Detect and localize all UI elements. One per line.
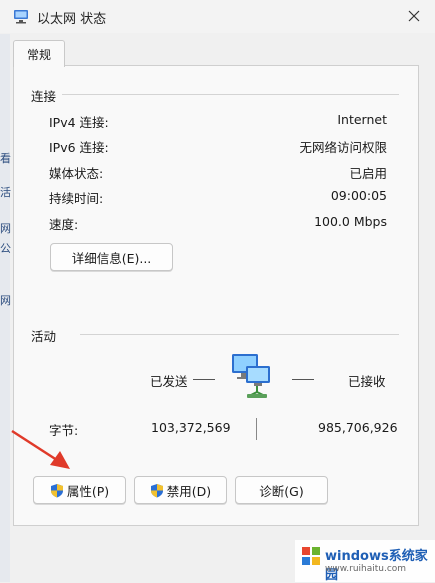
bg-char: 网 — [0, 294, 11, 307]
received-label: 已接收 — [348, 374, 386, 389]
network-adapter-icon — [14, 10, 28, 24]
bytes-sent-value: 103,372,569 — [151, 420, 231, 435]
duration-label: 持续时间: — [49, 191, 104, 206]
close-button[interactable] — [399, 3, 429, 29]
bg-char: 活 — [0, 186, 11, 199]
sent-label: 已发送 — [150, 374, 188, 389]
title-bar: 以太网 状态 — [0, 0, 435, 33]
activity-section-title: 活动 — [31, 329, 57, 344]
network-computers-icon — [232, 354, 270, 398]
bg-char: 公 — [0, 242, 11, 255]
connection-divider — [62, 94, 399, 95]
duration-value: 09:00:05 — [330, 188, 387, 203]
bg-char: 看 — [0, 152, 11, 165]
properties-button[interactable]: 属性(P) — [33, 476, 126, 504]
speed-label: 速度: — [49, 217, 79, 232]
close-icon — [408, 10, 420, 22]
background-window-strip: 看 活 网 公 网 — [0, 34, 11, 582]
window-title: 以太网 状态 — [37, 12, 107, 27]
diagnose-button[interactable]: 诊断(G) — [235, 476, 328, 504]
general-panel — [13, 65, 419, 526]
ipv4-value: Internet — [337, 112, 387, 127]
disable-button[interactable]: 禁用(D) — [134, 476, 227, 504]
shield-icon — [50, 483, 63, 497]
bytes-separator — [256, 418, 257, 440]
media-state-label: 媒体状态: — [49, 166, 104, 181]
ipv6-label: IPv6 连接: — [49, 140, 109, 155]
shield-icon — [150, 483, 163, 497]
bg-char: 网 — [0, 222, 11, 235]
details-button[interactable]: 详细信息(E)... — [50, 243, 173, 271]
tab-general[interactable]: 常规 — [13, 40, 65, 67]
connection-section-title: 连接 — [31, 89, 57, 104]
windows-logo-icon — [302, 547, 320, 565]
sent-line — [193, 379, 215, 380]
bytes-received-value: 985,706,926 — [318, 420, 398, 435]
disable-label: 禁用(D) — [166, 483, 212, 499]
received-line — [292, 379, 314, 380]
properties-label: 属性(P) — [66, 483, 110, 499]
media-state-value: 已启用 — [349, 166, 387, 181]
activity-divider — [80, 334, 399, 335]
watermark-sub: www.ruihaitu.com — [325, 564, 407, 574]
watermark: windows系统家园 www.ruihaitu.com — [295, 540, 435, 583]
speed-value: 100.0 Mbps — [314, 214, 387, 229]
ipv6-value: 无网络访问权限 — [299, 140, 387, 155]
ipv4-label: IPv4 连接: — [49, 115, 109, 130]
bytes-label: 字节: — [49, 423, 79, 438]
